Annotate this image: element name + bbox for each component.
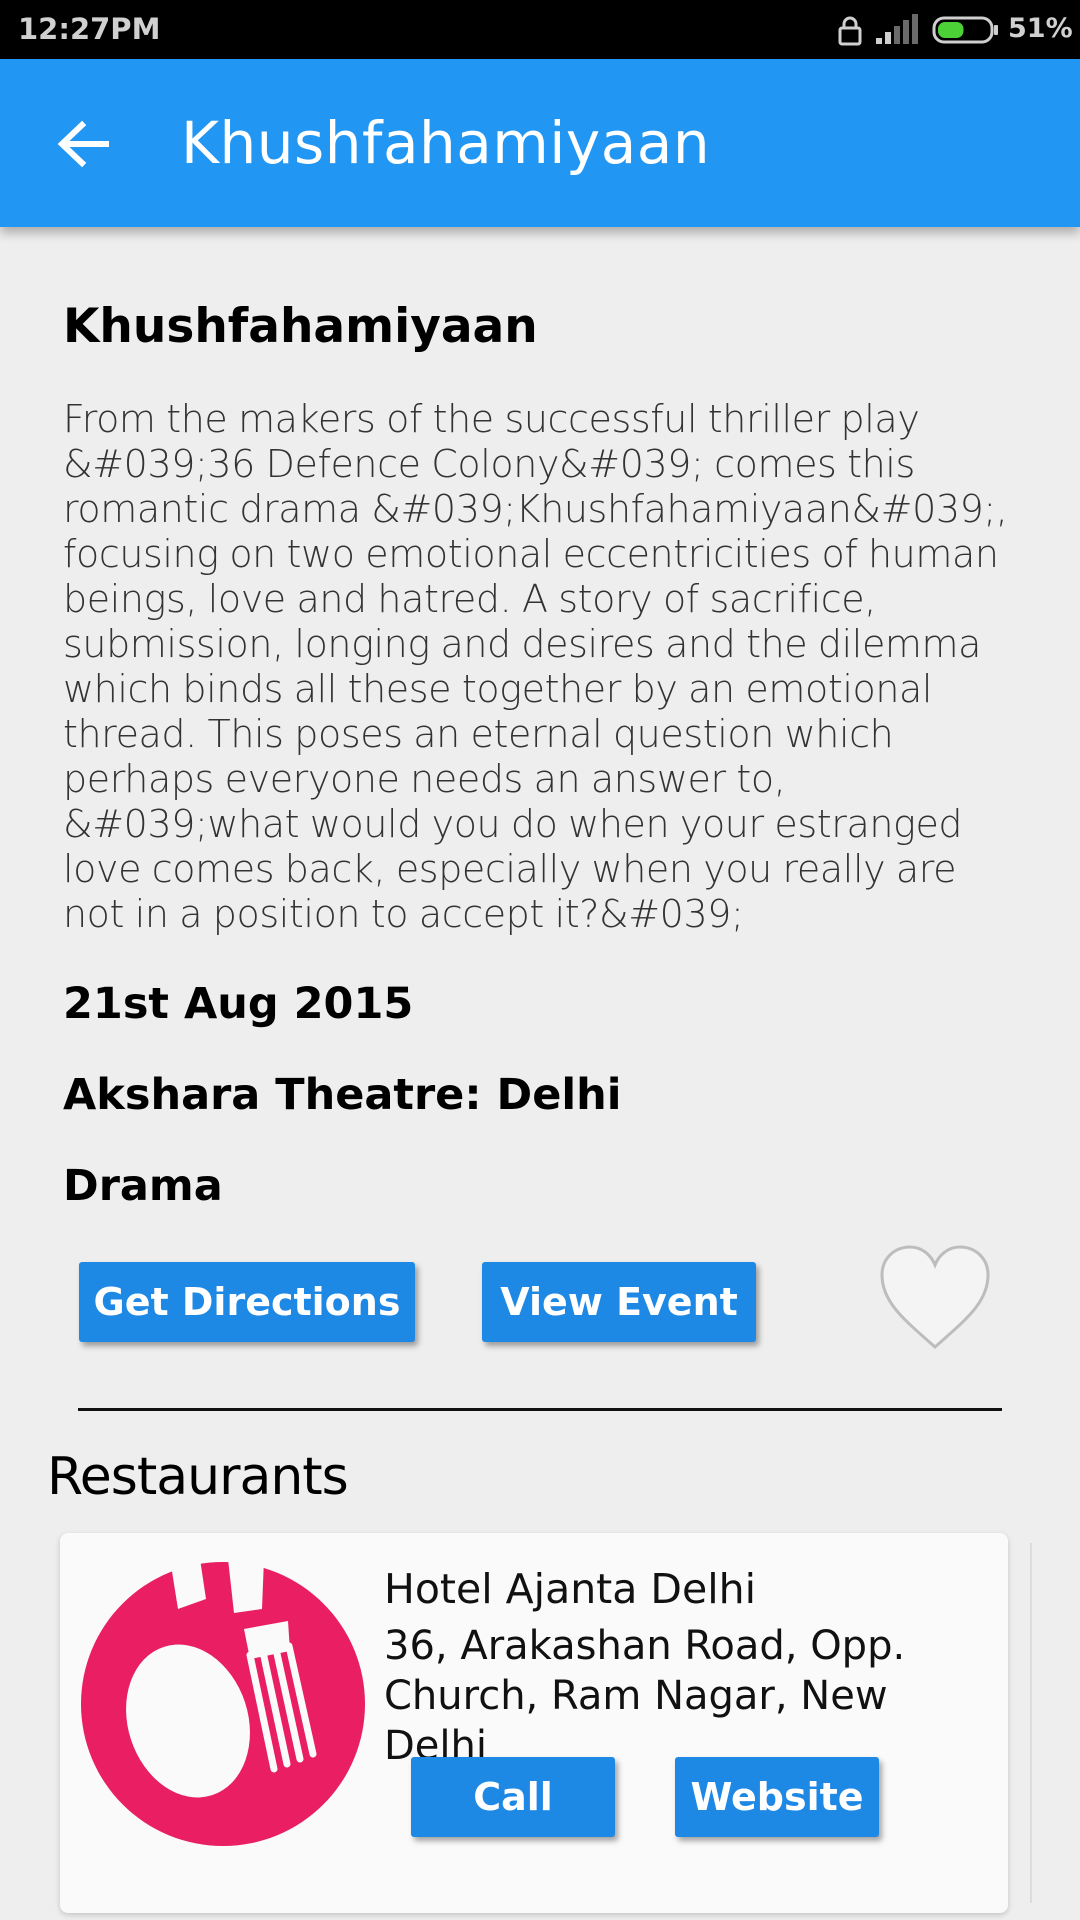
card-edge-divider (1030, 1543, 1032, 1903)
arrow-back-icon[interactable] (56, 119, 110, 169)
restaurant-card: Hotel Ajanta Delhi 36, Arakashan Road, O… (60, 1533, 1008, 1913)
restaurant-logo-icon (81, 1559, 365, 1846)
battery-percent: 51% (1008, 13, 1073, 44)
restaurant-address: 36, Arakashan Road, Opp. Church, Ram Nag… (384, 1623, 906, 1769)
status-time: 12:27PM (18, 12, 161, 46)
section-divider (78, 1408, 1002, 1411)
battery-icon (932, 16, 998, 44)
restaurant-name: Hotel Ajanta Delhi (384, 1565, 756, 1613)
get-directions-button[interactable]: Get Directions (79, 1262, 415, 1342)
call-button[interactable]: Call (411, 1757, 615, 1837)
restaurants-heading: Restaurants (47, 1447, 349, 1507)
event-genre: Drama (63, 1161, 223, 1211)
heart-outline-icon[interactable] (876, 1243, 994, 1355)
event-description: From the makers of the successful thrill… (63, 397, 1008, 936)
status-bar: 12:27PM 51% (0, 0, 1080, 59)
event-date: 21st Aug 2015 (63, 979, 414, 1029)
website-button[interactable]: Website (675, 1757, 879, 1837)
event-venue: Akshara Theatre: Delhi (63, 1070, 622, 1120)
event-title: Khushfahamiyaan (63, 299, 538, 354)
signal-icon (876, 14, 918, 44)
app-bar: Khushfahamiyaan (0, 59, 1080, 227)
view-event-button[interactable]: View Event (482, 1262, 756, 1342)
lock-icon (838, 16, 862, 46)
page-title: Khushfahamiyaan (181, 109, 711, 177)
event-details: Khushfahamiyaan From the makers of the s… (0, 227, 1080, 1920)
